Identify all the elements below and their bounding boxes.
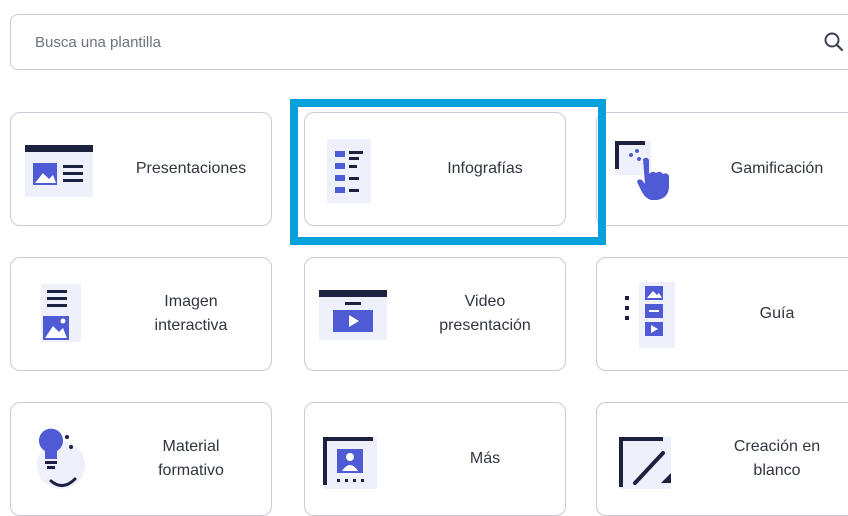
search-input[interactable]: Busca una plantilla [10, 14, 848, 70]
card-guia[interactable]: Guía [596, 257, 848, 371]
guide-icon [625, 282, 675, 348]
presentation-icon [25, 145, 93, 197]
card-label: Infografías [447, 160, 523, 177]
card-label: Gamificación [730, 160, 824, 177]
infographic-icon [327, 139, 371, 203]
card-mas[interactable]: Más [304, 402, 566, 516]
training-material-icon [37, 428, 85, 489]
interactive-image-icon [41, 284, 81, 342]
card-infografias[interactable]: Infografías [304, 112, 566, 226]
blank-creation-icon [619, 437, 671, 489]
card-label: Creación en blanco [733, 438, 821, 479]
card-label: Material formativo [158, 438, 224, 479]
more-icon [323, 437, 377, 489]
card-imagen-interactiva[interactable]: Imagen interactiva [10, 257, 272, 371]
card-video-presentacion[interactable]: Video presentación [304, 257, 566, 371]
card-label: Imagen interactiva [154, 293, 228, 334]
video-presentation-icon [319, 290, 387, 340]
card-label: Guía [759, 305, 795, 322]
card-gamificacion[interactable]: Gamificación [596, 112, 848, 226]
card-material-formativo[interactable]: Material formativo [10, 402, 272, 516]
card-creacion-en-blanco[interactable]: Creación en blanco [596, 402, 848, 516]
search-icon[interactable] [823, 31, 845, 53]
card-label: Más [469, 450, 501, 467]
search-placeholder: Busca una plantilla [35, 34, 161, 51]
card-label: Presentaciones [135, 160, 247, 177]
gamification-icon [615, 141, 669, 200]
card-presentaciones[interactable]: Presentaciones [10, 112, 272, 226]
card-label: Video presentación [439, 293, 531, 334]
